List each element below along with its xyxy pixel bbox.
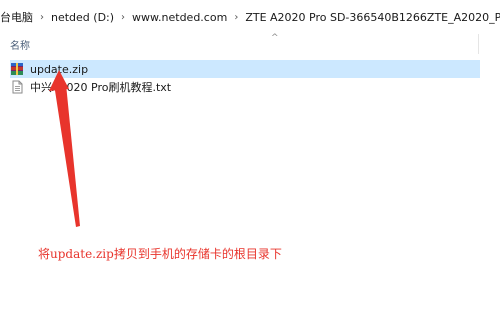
arrow-shaft <box>54 84 80 227</box>
arrow-head <box>49 70 69 91</box>
annotation-text: 将update.zip拷贝到手机的存储卡的根目录下 <box>38 247 282 261</box>
annotation-arrow <box>49 70 80 227</box>
